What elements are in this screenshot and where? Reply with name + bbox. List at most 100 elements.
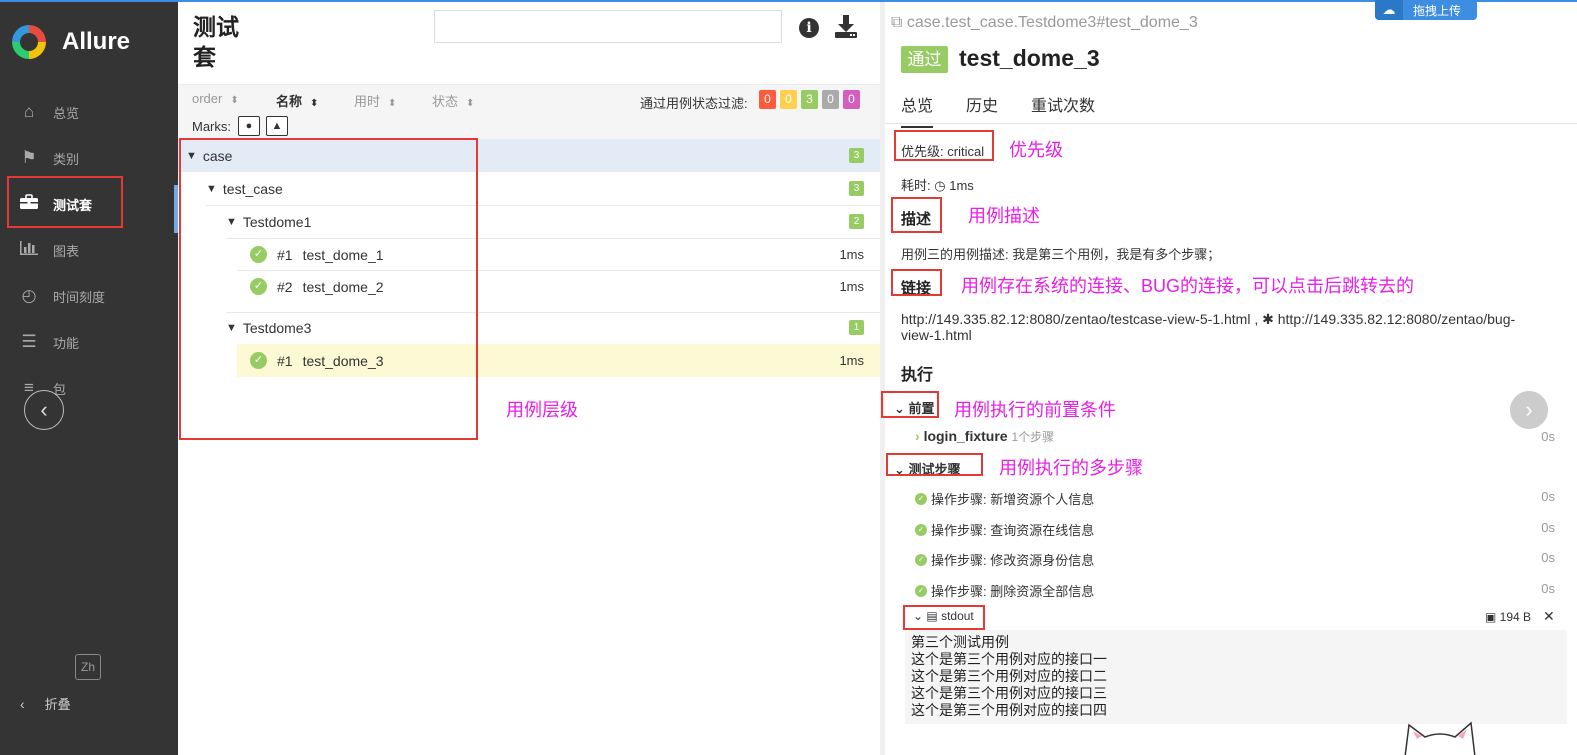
bar-chart-icon <box>18 240 40 261</box>
filter-passed[interactable]: 3 <box>801 90 818 109</box>
stdout-line: 这个是第三个用例对应的接口二 <box>911 668 1107 684</box>
test-title: test_dome_3 <box>959 45 1100 71</box>
description-highlight-box <box>891 197 942 233</box>
setup-annotation: 用例执行的前置条件 <box>954 400 1116 420</box>
step-row[interactable]: ✓ 操作步骤: 修改资源身份信息 <box>915 550 1094 569</box>
filter-unknown[interactable]: 0 <box>843 90 860 109</box>
fixture-row[interactable]: › login_fixture 1个步骤 <box>915 428 1054 445</box>
sort-icon: ⬍ <box>310 98 319 109</box>
step-time: 0s <box>1541 581 1555 596</box>
language-switch[interactable]: Zh <box>75 654 101 680</box>
collapse-button[interactable]: ‹ 折叠 <box>20 694 71 713</box>
sidebar-item-categories[interactable]: ⚑ 类别 <box>0 135 178 181</box>
stdout-line: 这个是第三个用例对应的接口一 <box>911 651 1107 667</box>
sidebar-item-label: 时间刻度 <box>53 289 106 305</box>
list-icon: ☰ <box>21 332 37 351</box>
drag-upload-button[interactable]: ☁ 拖拽上传 <box>1375 0 1477 20</box>
step-label: 操作步骤: 删除资源全部信息 <box>931 584 1095 599</box>
description-annotation: 用例描述 <box>968 206 1040 226</box>
warning-icon[interactable]: ▲ <box>266 116 288 136</box>
chevron-right-icon: › <box>915 428 920 444</box>
sort-bar: order ⬍ 名称 ⬍ 用时 ⬍ 状态 ⬍ 通过用例状态过滤: 0 0 3 0 0 M… <box>178 84 880 140</box>
breadcrumb: ⧉ case.test_case.Testdome3#test_dome_3 <box>891 14 1198 32</box>
check-circle-icon: ✓ <box>915 584 927 597</box>
breadcrumb-text: case.test_case.Testdome3#test_dome_3 <box>906 14 1198 31</box>
sort-icon: ⬍ <box>466 98 475 109</box>
description-text: 用例三的用例描述: 我是第三个用例，我是有多个步骤； <box>901 247 1221 262</box>
stdout-size-value: 194 B <box>1499 610 1532 624</box>
tab-history[interactable]: 历史 <box>966 92 998 126</box>
sidebar-item-overview[interactable]: ⌂ 总览 <box>0 89 178 135</box>
test-detail-pane: ⧉ case.test_case.Testdome3#test_dome_3 通… <box>881 0 1577 755</box>
filter-failed[interactable]: 0 <box>759 90 776 109</box>
collapse-label: 折叠 <box>44 697 71 712</box>
expand-icon[interactable]: ✕ <box>1543 608 1555 625</box>
marks-label: Marks: <box>192 119 231 134</box>
search-input[interactable] <box>434 10 782 43</box>
sidebar-item-label: 功能 <box>53 335 80 351</box>
page-title: 测试套 <box>193 14 239 70</box>
filter-broken[interactable]: 0 <box>780 90 797 109</box>
step-time: 0s <box>1541 489 1555 504</box>
step-row[interactable]: ✓ 操作步骤: 删除资源全部信息 <box>915 581 1094 600</box>
steps-annotation: 用例执行的多步骤 <box>999 458 1143 478</box>
flag-icon: ⚑ <box>21 148 37 167</box>
upload-label: 拖拽上传 <box>1413 3 1462 18</box>
execution-header: 执行 <box>901 367 934 384</box>
sidebar-item-label: 类别 <box>53 151 80 167</box>
flaky-bomb-icon[interactable]: ● <box>238 116 260 136</box>
tree-annotation: 用例层级 <box>506 400 578 420</box>
step-row[interactable]: ✓ 操作步骤: 新增资源个人信息 <box>915 489 1094 508</box>
next-arrow-icon[interactable]: › <box>1508 389 1550 431</box>
cat-mascot-icon <box>1404 721 1476 755</box>
sidebar-item-label: 图表 <box>53 243 80 259</box>
fixture-time: 0s <box>1541 429 1555 444</box>
sort-name-label: 名称 <box>276 94 303 109</box>
step-time: 0s <box>1541 550 1555 565</box>
count-badge: 3 <box>849 181 864 196</box>
tree-highlight-box <box>179 138 478 440</box>
info-icon[interactable]: i <box>799 18 819 38</box>
sort-status[interactable]: 状态 ⬍ <box>432 91 474 110</box>
sidebar-item-timeline[interactable]: ◴ 时间刻度 <box>0 273 178 319</box>
count-badge: 2 <box>849 214 864 229</box>
tab-retries[interactable]: 重试次数 <box>1031 92 1095 126</box>
save-icon: ▣ <box>1485 610 1500 624</box>
stdout-highlight-box <box>903 605 985 630</box>
clock-icon: ◷ <box>934 178 946 193</box>
suites-highlight-box <box>7 176 123 228</box>
cloud-upload-icon: ☁ <box>1375 0 1403 20</box>
stdout-line: 第三个测试用例 <box>911 634 1009 650</box>
brand[interactable]: Allure <box>0 2 178 82</box>
status-badge: 通过 <box>901 46 948 73</box>
sort-icon: ⬍ <box>388 98 397 109</box>
sidebar-item-graphs[interactable]: 图表 <box>0 227 178 273</box>
stdout-size: ▣ 194 B <box>1485 610 1531 624</box>
download-icon[interactable] <box>834 14 858 40</box>
home-icon: ⌂ <box>23 102 35 121</box>
step-time: 0s <box>1541 520 1555 535</box>
sort-duration[interactable]: 用时 ⬍ <box>354 91 396 110</box>
sort-duration-label: 用时 <box>354 94 381 109</box>
sort-order-label: order <box>192 91 223 106</box>
count-badge: 3 <box>849 148 864 163</box>
test-duration: 1ms <box>839 247 864 262</box>
sort-order[interactable]: order ⬍ <box>192 91 239 106</box>
steps-highlight-box <box>886 453 983 476</box>
filter-skipped[interactable]: 0 <box>822 90 839 109</box>
step-row[interactable]: ✓ 操作步骤: 查询资源在线信息 <box>915 520 1094 539</box>
sidebar-item-behaviors[interactable]: ☰ 功能 <box>0 319 178 365</box>
check-circle-icon: ✓ <box>915 553 927 566</box>
copy-icon[interactable]: ⧉ <box>891 14 907 31</box>
sort-status-label: 状态 <box>432 94 459 109</box>
sort-name[interactable]: 名称 ⬍ <box>276 91 318 110</box>
testcase-link[interactable]: http://149.335.82.12:8080/zentao/testcas… <box>901 311 1250 327</box>
test-duration: 1ms <box>839 279 864 294</box>
severity-annotation: 优先级 <box>1009 140 1063 160</box>
sidebar: Allure ⌂ 总览 ⚑ 类别 测试套 图表 ◴ 时间刻度 ☰ 功能 ≡ 包 … <box>0 2 178 755</box>
bug-icon: ✱ <box>1262 311 1274 327</box>
fixture-name: login_fixture <box>923 428 1008 444</box>
links-annotation: 用例存在系统的连接、BUG的连接，可以点击后跳转去的 <box>961 276 1415 296</box>
prev-arrow-icon[interactable]: ‹ <box>24 390 64 430</box>
step-label: 操作步骤: 修改资源身份信息 <box>931 553 1095 568</box>
